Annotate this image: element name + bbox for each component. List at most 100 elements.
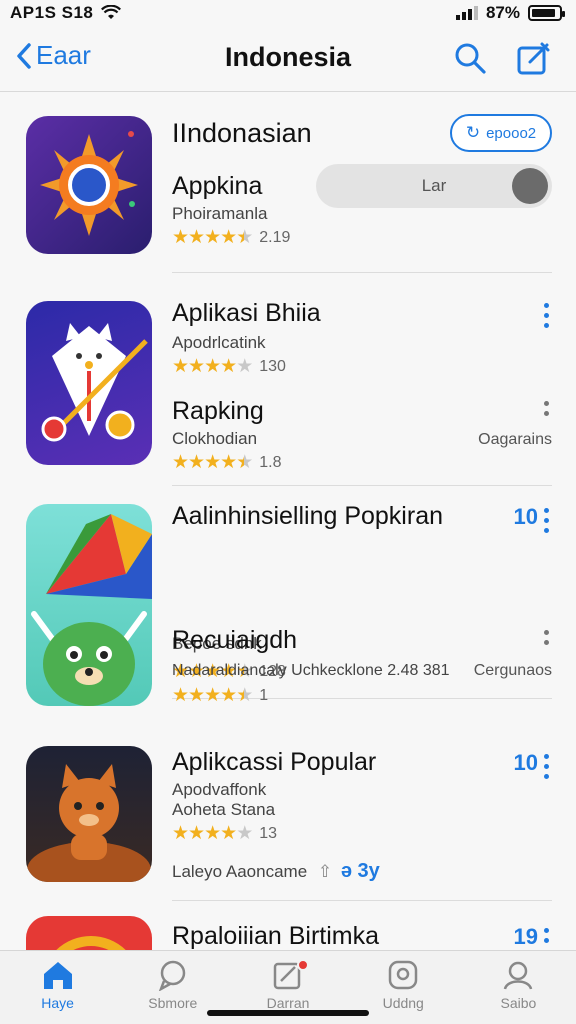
tab-profile[interactable]: Saibo — [461, 951, 576, 1024]
star-full: ★ — [204, 685, 221, 706]
sun-icon — [40, 131, 138, 236]
app-icon-sun — [26, 116, 152, 254]
more-button[interactable] — [544, 754, 550, 779]
arc-icon — [56, 936, 126, 950]
rating-count: 13 — [259, 824, 278, 842]
footer-link[interactable]: ə 3y — [341, 860, 380, 882]
app-number: 10 — [513, 504, 538, 529]
app-name: IIndonasian — [172, 118, 312, 148]
app-developer: Apodvaffonk — [172, 780, 267, 799]
tab-label: Darran — [266, 995, 310, 1011]
app-number: 10 — [513, 750, 538, 775]
star-full: ★ — [188, 823, 205, 844]
star-full: ★ — [172, 685, 189, 706]
cat-icon — [41, 323, 148, 442]
star-rating: ★★★★★ — [172, 451, 253, 474]
app-icon-monster — [26, 504, 152, 706]
get-button-label: epooo2 — [486, 124, 537, 142]
profile-icon — [504, 961, 533, 990]
app-side-text: Cergunaos — [473, 662, 552, 679]
tab-label: Uddng — [382, 995, 424, 1011]
home-indicator — [207, 1010, 369, 1016]
star-full: ★ — [204, 823, 221, 844]
app-sub-developer: Clokhodian — [172, 429, 258, 448]
get-button[interactable]: ↻ epooo2 — [450, 114, 552, 152]
arrow-up-icon: ⇧ — [317, 862, 333, 881]
star-empty: ★ — [236, 823, 253, 844]
star-rating: ★★★★★ — [172, 226, 253, 249]
star-full: ★ — [172, 356, 189, 377]
refresh-icon: ↻ — [465, 123, 481, 142]
app-list: IIndonasian ↻ epooo2 Appkina Lar Phoiram… — [0, 92, 576, 950]
status-bar: AP1S S18 87% — [0, 0, 576, 26]
battery-icon — [528, 5, 565, 21]
star-full: ★ — [188, 227, 205, 248]
app-footer: Laleyo Aaoncame ⇧ ə 3y — [172, 860, 380, 883]
app-name: Rpaloiiian Birtimka — [172, 922, 380, 950]
star-full: ★ — [188, 452, 205, 473]
rating-count: 1.8 — [259, 453, 282, 471]
app-developer: Phoiramanla — [172, 204, 268, 223]
star-rating: ★★★★★ — [172, 355, 253, 378]
back-button[interactable]: Eaar — [16, 40, 91, 71]
star-full: ★ — [188, 356, 205, 377]
rating: ★★★★★ 1.8 — [172, 451, 281, 474]
toggle-label: Lar — [421, 176, 447, 195]
divider — [172, 272, 552, 273]
rating: ★★★★★ 130 — [172, 355, 286, 378]
compose-icon — [517, 42, 550, 75]
search-button[interactable] — [452, 40, 488, 76]
star-half: ★ — [236, 452, 253, 473]
rating-count: 2.19 — [259, 228, 291, 246]
battery-level — [532, 9, 555, 17]
lion-icon — [27, 764, 151, 882]
star-rating: ★★★★★ — [172, 684, 253, 707]
app-name: Aplikasi Bhiia — [172, 299, 321, 327]
app-icon-arc — [26, 916, 152, 950]
update-icon — [388, 960, 418, 990]
toggle-switch[interactable]: Lar — [316, 164, 552, 208]
star-full: ★ — [172, 227, 189, 248]
star-full: ★ — [204, 356, 221, 377]
more-button[interactable] — [544, 630, 550, 645]
app-side-text: Oagarains — [478, 431, 552, 448]
notification-badge — [297, 959, 310, 971]
star-full: ★ — [220, 823, 237, 844]
monster-icon — [31, 514, 152, 706]
app-sub-name: Rapking — [172, 397, 264, 425]
more-button[interactable] — [544, 508, 550, 533]
signal-icon — [455, 6, 478, 20]
app-sub-developer: Nadaraldiancaly Uchkecklone 2.48 381 — [172, 662, 450, 679]
app-icon-lion — [26, 746, 152, 882]
footer-text: Laleyo Aaoncame — [172, 862, 308, 881]
star-full: ★ — [188, 685, 205, 706]
star-full: ★ — [220, 227, 237, 248]
rating-count: 1 — [259, 686, 269, 704]
app-icon-cat — [26, 301, 152, 465]
star-full: ★ — [204, 227, 221, 248]
tab-label: Saibo — [500, 995, 537, 1011]
star-full: ★ — [220, 452, 237, 473]
star-full: ★ — [172, 823, 189, 844]
battery-percent: 87% — [485, 3, 520, 22]
more-button[interactable] — [544, 401, 550, 416]
rating: ★★★★★ 2.19 — [172, 226, 290, 249]
more-button[interactable] — [544, 928, 550, 943]
app-name: Aalinhinsielling Popkiran — [172, 502, 443, 530]
toggle-knob — [512, 168, 548, 204]
star-rating: ★★★★★ — [172, 822, 253, 845]
app-number: 19 — [513, 924, 538, 949]
chat-icon — [158, 960, 186, 991]
star-full: ★ — [220, 685, 237, 706]
app-sub-name: Recuiaigdh — [172, 626, 298, 654]
wifi-icon — [101, 5, 122, 19]
compose-button[interactable] — [516, 40, 552, 76]
navigation-bar: Eaar Indonesia — [0, 26, 576, 92]
divider — [172, 900, 552, 901]
more-button[interactable] — [544, 303, 550, 328]
app-subtitle: Appkina — [172, 172, 263, 200]
tab-home[interactable]: Haye — [0, 951, 115, 1024]
star-full: ★ — [220, 356, 237, 377]
app-developer-secondary: Aoheta Stana — [172, 800, 276, 819]
tab-label: Haye — [41, 995, 74, 1011]
